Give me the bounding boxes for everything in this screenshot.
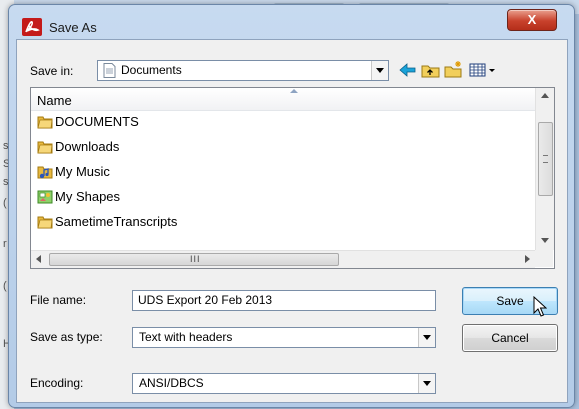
view-menu-icon[interactable] [468, 60, 498, 80]
save-as-dialog: Save As X Save in: Documents Name DOCUME… [8, 4, 575, 408]
column-header-label: Name [37, 93, 72, 108]
save-in-label: Save in: [30, 64, 74, 78]
dialog-body: Save in: Documents Name DOCUMENTS Downlo… [16, 39, 568, 403]
back-arrow-icon[interactable] [397, 60, 419, 80]
up-one-level-icon[interactable] [420, 60, 442, 80]
file-name-value: UDS Export 20 Feb 2013 [138, 293, 273, 307]
chevron-down-icon[interactable] [371, 61, 388, 80]
save-as-type-value: Text with headers [139, 330, 233, 344]
chevron-down-icon[interactable] [418, 328, 435, 347]
close-button[interactable]: X [507, 9, 557, 31]
file-name-field[interactable]: UDS Export 20 Feb 2013 [132, 290, 436, 311]
list-item-label: DOCUMENTS [55, 114, 139, 129]
list-item-label: My Shapes [55, 189, 121, 204]
scroll-up-arrow-icon[interactable] [541, 93, 549, 98]
background-text: ( [3, 197, 7, 209]
scrollbar-corner [535, 250, 553, 267]
vertical-scrollbar[interactable] [535, 88, 554, 250]
save-in-value: Documents [121, 63, 182, 77]
scrollbar-grip: III [190, 254, 201, 264]
shapes-folder-icon [37, 189, 53, 205]
file-list[interactable]: Name DOCUMENTS Downloads My Music My Sha… [30, 87, 555, 269]
list-item[interactable]: SametimeTranscripts [37, 212, 527, 232]
background-text: r [3, 238, 7, 250]
cancel-button[interactable]: Cancel [462, 324, 558, 352]
scrollbar-thumb[interactable] [538, 122, 553, 196]
encoding-dropdown[interactable]: ANSI/DBCS [132, 373, 436, 394]
list-item[interactable]: DOCUMENTS [37, 112, 527, 132]
scrollbar-thumb[interactable]: III [49, 253, 339, 266]
window-title: Save As [49, 20, 97, 35]
list-item-label: My Music [55, 164, 110, 179]
create-new-folder-icon[interactable] [443, 60, 465, 80]
folder-icon [37, 139, 53, 155]
horizontal-scrollbar[interactable]: III [31, 250, 535, 268]
save-as-type-label: Save as type: [30, 330, 103, 344]
title-bar[interactable]: Save As X [9, 5, 574, 37]
save-in-dropdown[interactable]: Documents [97, 60, 389, 81]
scroll-left-arrow-icon[interactable] [36, 255, 41, 263]
mouse-pointer-icon [533, 295, 548, 321]
music-folder-icon [37, 164, 53, 180]
file-name-label: File name: [30, 293, 87, 307]
background-text: ( [3, 280, 7, 292]
folder-icon [37, 114, 53, 130]
acrobat-icon [22, 18, 42, 36]
column-header-name[interactable]: Name [31, 88, 535, 111]
chevron-down-icon[interactable] [418, 374, 435, 393]
scroll-down-arrow-icon[interactable] [541, 238, 549, 243]
scroll-right-arrow-icon[interactable] [525, 255, 530, 263]
sort-ascending-icon [290, 89, 298, 93]
encoding-value: ANSI/DBCS [139, 376, 204, 390]
list-item[interactable]: Downloads [37, 137, 527, 157]
list-item[interactable]: My Shapes [37, 187, 527, 207]
folder-icon [37, 214, 53, 230]
document-icon [103, 63, 116, 81]
save-as-type-dropdown[interactable]: Text with headers [132, 327, 436, 348]
encoding-label: Encoding: [30, 376, 84, 390]
list-item[interactable]: My Music [37, 162, 527, 182]
list-item-label: SametimeTranscripts [55, 214, 178, 229]
list-item-label: Downloads [55, 139, 120, 154]
